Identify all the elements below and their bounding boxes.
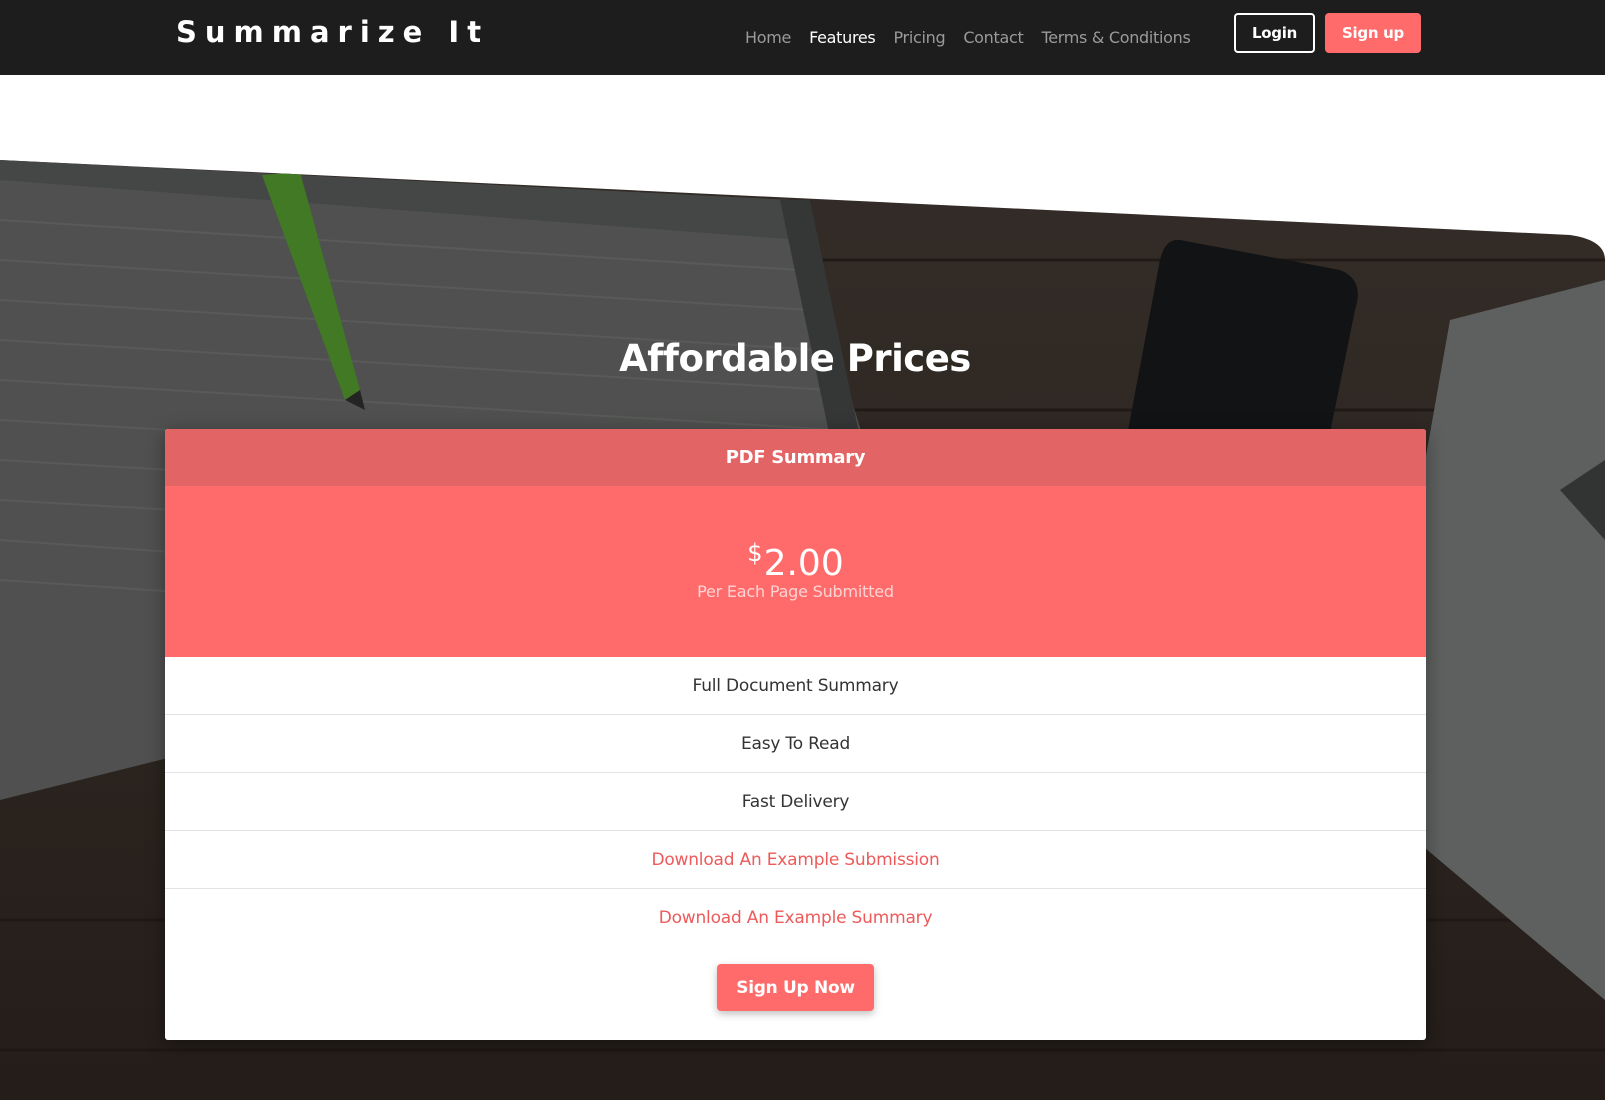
plan-name: PDF Summary <box>165 429 1426 486</box>
nav-link-features[interactable]: Features <box>809 28 876 48</box>
nav-link-home[interactable]: Home <box>745 28 791 48</box>
sign-up-now-button[interactable]: Sign Up Now <box>717 964 874 1011</box>
pricing-title: Affordable Prices <box>619 337 971 380</box>
pricing-card: PDF Summary $2.00 Per Each Page Submitte… <box>165 429 1426 1040</box>
download-example-summary-link[interactable]: Download An Example Summary <box>165 889 1426 947</box>
price-currency: $ <box>747 539 763 567</box>
plan-price: $2.00 <box>165 531 1426 586</box>
price-unit: Per Each Page Submitted <box>697 582 894 601</box>
nav-link-contact[interactable]: Contact <box>963 28 1023 48</box>
signup-button[interactable]: Sign up <box>1325 13 1421 53</box>
feature-list: Full Document Summary Easy To Read Fast … <box>165 657 1426 947</box>
nav-link-terms[interactable]: Terms & Conditions <box>1041 28 1190 48</box>
nav-links: Home Features Pricing Contact Terms & Co… <box>745 0 1209 75</box>
login-button[interactable]: Login <box>1234 13 1315 53</box>
price-block: $2.00 Per Each Page Submitted <box>165 486 1426 657</box>
brand-logo[interactable]: Summarize It <box>176 14 489 50</box>
feature-item: Full Document Summary <box>165 657 1426 715</box>
price-amount: 2.00 <box>763 543 844 584</box>
nav-link-pricing[interactable]: Pricing <box>893 28 945 48</box>
feature-item: Easy To Read <box>165 715 1426 773</box>
feature-item: Fast Delivery <box>165 773 1426 831</box>
download-example-submission-link[interactable]: Download An Example Submission <box>165 831 1426 889</box>
top-navbar: Summarize It Home Features Pricing Conta… <box>0 0 1605 75</box>
